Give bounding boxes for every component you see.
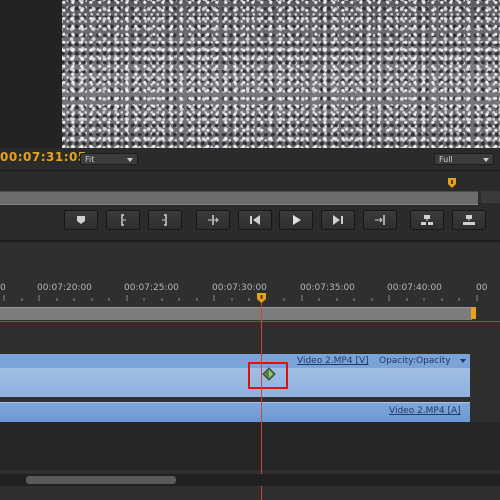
add-marker-button[interactable] <box>64 210 98 230</box>
mark-out-button[interactable] <box>148 210 182 230</box>
step-forward-icon <box>333 215 343 225</box>
monitor-playhead-icon[interactable] <box>447 178 457 188</box>
overwrite-button[interactable] <box>452 210 486 230</box>
monitor-scrub-bar[interactable] <box>0 191 478 205</box>
scrollbar-thumb[interactable] <box>26 476 176 484</box>
work-area-bar[interactable] <box>0 307 472 320</box>
time-ruler[interactable] <box>0 295 500 305</box>
play-button[interactable] <box>279 210 313 230</box>
go-to-in-button[interactable] <box>196 210 230 230</box>
playback-resolution-select[interactable]: Full <box>434 153 494 165</box>
ruler-label: 00:07:35:00 <box>300 283 355 293</box>
audio-clip-label: Video 2.MP4 [A] <box>389 406 461 416</box>
zoom-level-select[interactable]: Fit <box>80 153 138 165</box>
highlight-box <box>248 362 288 389</box>
ruler-label: 00:07:25:00 <box>124 283 179 293</box>
chevron-down-icon[interactable] <box>460 359 466 363</box>
chevron-down-icon <box>483 158 489 162</box>
ruler-label: 00:07:30:00 <box>212 283 267 293</box>
video-clip-label: Video 2.MP4 [V] <box>297 356 369 366</box>
ruler-label: 0 <box>0 283 6 293</box>
go-to-out-icon <box>375 215 385 225</box>
work-area-end-handle[interactable] <box>471 307 476 319</box>
playhead-line <box>261 296 262 500</box>
ruler-label: 00:07:20:00 <box>37 283 92 293</box>
render-status-bar <box>0 321 500 322</box>
mark-in-button[interactable] <box>106 210 140 230</box>
chevron-down-icon <box>127 158 133 162</box>
ruler-label: 00 <box>476 283 488 293</box>
scrub-bar-end <box>481 191 500 203</box>
zoom-level-value: Fit <box>85 155 95 164</box>
overwrite-icon <box>463 215 475 225</box>
ruler-label: 00:07:40:00 <box>387 283 442 293</box>
step-back-button[interactable] <box>238 210 272 230</box>
mark-out-icon <box>162 214 167 226</box>
program-monitor-video <box>62 0 500 148</box>
divider <box>0 170 500 171</box>
insert-button[interactable] <box>410 210 444 230</box>
go-to-in-icon <box>208 215 219 225</box>
playback-resolution-value: Full <box>439 155 453 164</box>
playhead-handle-icon[interactable] <box>256 293 267 303</box>
marker-icon <box>77 216 85 224</box>
opacity-effect-select[interactable]: Opacity:Opacity <box>379 356 451 366</box>
source-panel <box>0 0 62 148</box>
step-back-icon <box>250 215 260 225</box>
playhead-timecode[interactable]: 00:07:31:05 <box>0 150 87 164</box>
step-forward-button[interactable] <box>321 210 355 230</box>
insert-icon <box>421 215 433 225</box>
empty-track-area <box>0 422 500 470</box>
play-icon <box>293 215 301 225</box>
go-to-out-button[interactable] <box>363 210 397 230</box>
mark-in-icon <box>121 214 126 226</box>
